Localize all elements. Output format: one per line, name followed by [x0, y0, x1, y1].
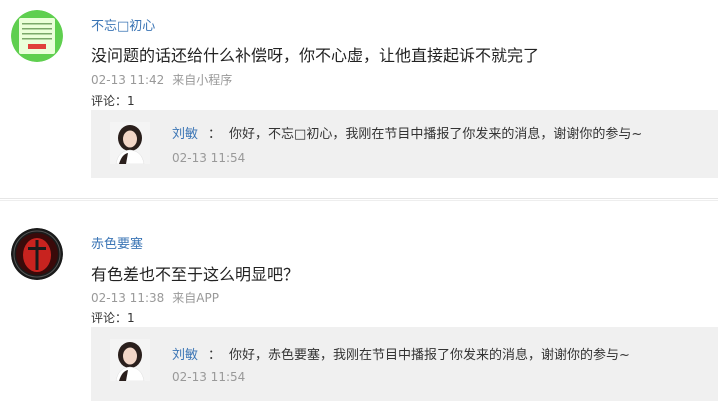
comment-username[interactable]: 不忘□初心: [91, 15, 155, 34]
reply-time: 02-13 11:54: [172, 151, 246, 165]
reply-separator: ：: [208, 348, 222, 363]
comment-text: 没问题的话还给什么补偿呀，你不心虚，让他直接起诉不就完了: [91, 46, 540, 65]
comment-count[interactable]: 评论：1: [91, 309, 135, 326]
reply-time: 02-13 11:54: [172, 370, 246, 384]
red-badge-avatar-icon: [11, 228, 63, 280]
comment-text: 有色差也不至于这么明显吧？: [91, 265, 300, 284]
reply-author[interactable]: 刘敏: [172, 348, 198, 363]
reply-text: 你好，赤色要塞，我刚在节目中播报了你发来的消息，谢谢你的参与~: [229, 348, 630, 363]
green-sign-avatar-icon: [11, 10, 63, 62]
comment-source: 来自小程序: [172, 73, 233, 87]
reply-line: 刘敏 ： 你好，不忘□初心，我刚在节目中播报了你发来的消息，谢谢你的参与~: [172, 123, 642, 142]
comment-time: 02-13 11:38: [91, 291, 165, 305]
reply-line: 刘敏 ： 你好，赤色要塞，我刚在节目中播报了你发来的消息，谢谢你的参与~: [172, 344, 630, 363]
comment-meta: 02-13 11:38 来自APP: [91, 289, 219, 306]
comment-time: 02-13 11:42: [91, 73, 165, 87]
reply-box: 刘敏 ： 你好，不忘□初心，我刚在节目中播报了你发来的消息，谢谢你的参与~ 02-1…: [91, 110, 718, 178]
reply-box: 刘敏 ： 你好，赤色要塞，我刚在节目中播报了你发来的消息，谢谢你的参与~ 02-13…: [91, 327, 718, 401]
reply-text: 你好，不忘□初心，我刚在节目中播报了你发来的消息，谢谢你的参与~: [229, 127, 643, 142]
comment-divider-shadow: [0, 200, 718, 201]
reply-avatar[interactable]: [110, 122, 150, 164]
comment-divider: [0, 198, 718, 199]
comment-count[interactable]: 评论：1: [91, 92, 135, 109]
comment-meta: 02-13 11:42 来自小程序: [91, 71, 232, 88]
host-portrait-icon: [110, 339, 150, 381]
host-portrait-icon: [110, 122, 150, 164]
user-avatar[interactable]: [11, 10, 63, 62]
reply-author[interactable]: 刘敏: [172, 127, 198, 142]
user-avatar[interactable]: [11, 228, 63, 280]
comment-item: 不忘□初心 没问题的话还给什么补偿呀，你不心虚，让他直接起诉不就完了 02-13…: [0, 0, 718, 196]
reply-avatar[interactable]: [110, 339, 150, 381]
comment-username[interactable]: 赤色要塞: [91, 233, 143, 252]
comment-source: 来自APP: [172, 291, 219, 305]
reply-separator: ：: [208, 127, 222, 142]
comment-item: 赤色要塞 有色差也不至于这么明显吧？ 02-13 11:38 来自APP 评论：1…: [0, 212, 718, 401]
